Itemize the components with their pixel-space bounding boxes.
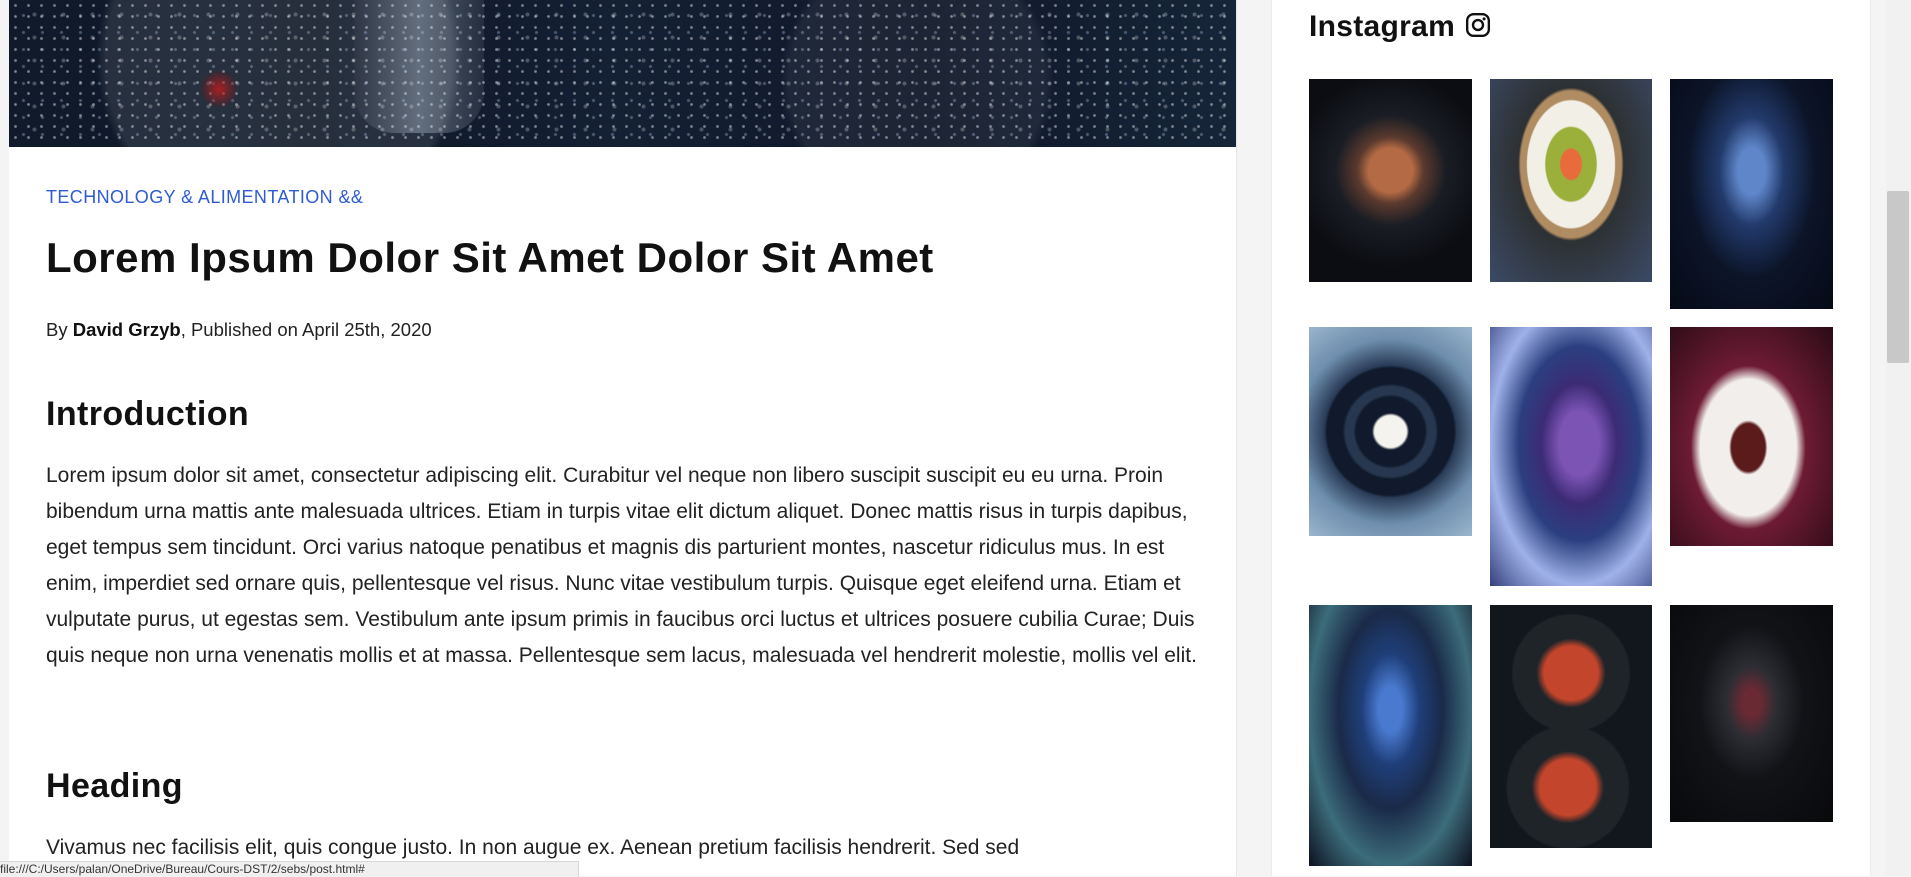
section-heading: Heading xyxy=(46,767,183,805)
instagram-icon[interactable] xyxy=(1465,12,1491,38)
instagram-thumb-pasta-bowls[interactable] xyxy=(1490,605,1652,848)
instagram-thumb-purple-robot[interactable] xyxy=(1490,327,1652,586)
page-scrollbar-track[interactable] xyxy=(1886,0,1911,876)
section-heading-introduction: Introduction xyxy=(46,395,250,433)
article-title: Lorem Ipsum Dolor Sit Amet Dolor Sit Ame… xyxy=(46,234,934,281)
article-card: TECHNOLOGY & ALIMENTATION && Lorem Ipsum… xyxy=(9,0,1237,876)
instagram-thumb-meat-carrot-dish[interactable] xyxy=(1670,327,1833,546)
publish-date: , Published on April 25th, 2020 xyxy=(180,319,432,340)
instagram-thumb-black-robot[interactable] xyxy=(1670,605,1833,822)
category-link[interactable]: TECHNOLOGY & ALIMENTATION && xyxy=(46,187,363,208)
instagram-thumb-black-plate-dessert[interactable] xyxy=(1309,327,1472,536)
sidebar: Instagram xyxy=(1271,0,1871,876)
byline: By David Grzyb, Published on April 25th,… xyxy=(46,319,432,341)
instagram-thumb-blue-cyborg-woman[interactable] xyxy=(1309,605,1472,866)
instagram-thumb-salmon-dish[interactable] xyxy=(1490,79,1652,282)
page-scrollbar-thumb[interactable] xyxy=(1887,191,1909,363)
section-paragraph-introduction: Lorem ipsum dolor sit amet, consectetur … xyxy=(46,464,1197,667)
author-name[interactable]: David Grzyb xyxy=(73,319,181,340)
browser-status-bar: file:///C:/Users/palan/OneDrive/Bureau/C… xyxy=(0,861,579,877)
instagram-thumb-mechanical-heart[interactable] xyxy=(1309,79,1472,282)
hero-image xyxy=(9,0,1236,147)
instagram-title: Instagram xyxy=(1309,10,1456,43)
byline-prefix: By xyxy=(46,319,73,340)
instagram-thumb-blue-mech-robot[interactable] xyxy=(1670,79,1833,309)
